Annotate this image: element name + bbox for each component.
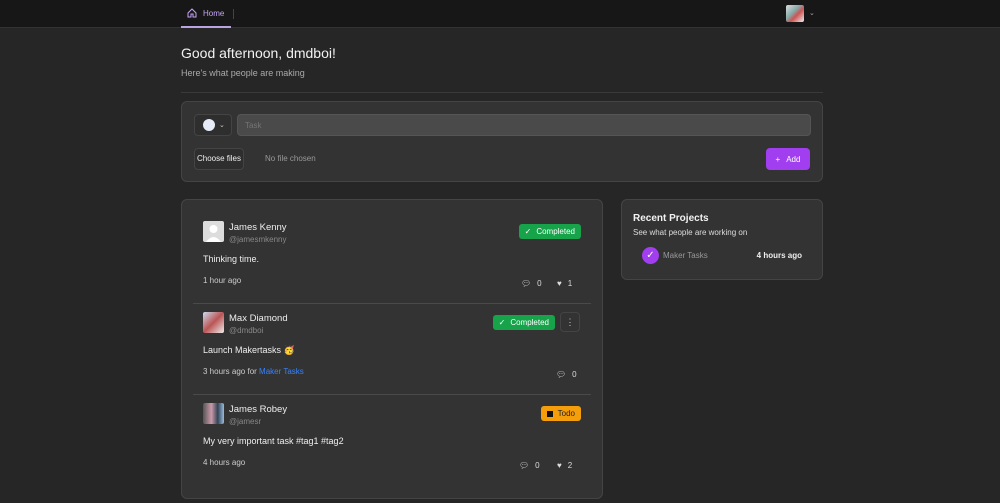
post-body: Launch Makertasks 🥳 [203, 345, 295, 355]
post-body: My very important task #tag1 #tag2 [203, 436, 344, 446]
square-icon [546, 410, 553, 417]
more-options-button[interactable]: ⋮ [560, 312, 580, 332]
project-item[interactable]: ✓ Maker Tasks 4 hours ago [642, 247, 812, 265]
task-input[interactable] [237, 114, 811, 136]
comment-icon: 💬︎ [521, 279, 532, 288]
status-badge[interactable]: ✓ Completed [518, 224, 581, 239]
plus-icon: + [775, 154, 781, 164]
like-button[interactable]: ♥ 1 [557, 279, 572, 288]
chevron-down-icon[interactable]: ⌄ [809, 9, 815, 17]
post-time: 1 hour ago [203, 276, 242, 285]
comments-button[interactable]: 💬︎ 0 [521, 279, 542, 288]
post-author[interactable]: James Robey [229, 404, 287, 415]
home-icon [187, 8, 197, 18]
feed: James Kenny @jamesmkenny ✓ Completed Thin… [181, 199, 603, 499]
recent-projects-subtitle: See what people are working on [633, 228, 748, 237]
recent-projects-title: Recent Projects [633, 213, 709, 224]
post-time: 4 hours ago [203, 458, 246, 467]
divider [181, 92, 823, 93]
nav-home-label: Home [203, 8, 225, 18]
project-link[interactable]: Maker Tasks [259, 367, 304, 376]
project-icon [203, 119, 215, 131]
add-button[interactable]: + Add [766, 148, 810, 170]
post-body: Thinking time. [203, 254, 260, 264]
check-icon: ✓ [524, 227, 532, 236]
post-username: @dmdboi [229, 326, 264, 335]
post-username: @jamesmkenny [229, 235, 287, 244]
avatar [203, 403, 224, 424]
status-badge[interactable]: Todo [540, 406, 581, 421]
post-divider [193, 303, 591, 304]
status-badge[interactable]: ✓ Completed [492, 315, 555, 330]
comment-icon: 💬︎ [556, 370, 567, 379]
task-composer: ⌄ Choose files No file chosen + Add [181, 101, 823, 182]
project-selector[interactable]: ⌄ [194, 114, 232, 136]
post-username: @jamesr [229, 417, 262, 426]
nav-home-tab[interactable]: Home [181, 0, 231, 28]
project-check-icon: ✓ [642, 247, 659, 264]
avatar [203, 312, 224, 333]
post-author[interactable]: James Kenny [229, 222, 287, 233]
like-button[interactable]: ♥ 2 [557, 461, 572, 470]
like-count: 1 [567, 279, 573, 288]
add-label: Add [786, 154, 801, 164]
post-time-text: 3 hours ago for [203, 367, 257, 376]
comments-button[interactable]: 💬︎ 0 [519, 461, 540, 470]
chevron-down-icon: ⌄ [219, 122, 225, 129]
file-status: No file chosen [265, 154, 316, 163]
project-name: Maker Tasks [663, 251, 708, 260]
user-avatar[interactable] [786, 5, 804, 22]
comment-count: 0 [537, 279, 542, 288]
post-time: 3 hours ago for Maker Tasks [203, 367, 304, 376]
nav-divider [233, 9, 234, 19]
like-count: 2 [567, 461, 573, 470]
choose-files-button[interactable]: Choose files [194, 148, 244, 170]
top-nav: Home ⌄ [0, 0, 1000, 28]
recent-projects: Recent Projects See what people are work… [621, 199, 823, 280]
comment-icon: 💬︎ [519, 461, 530, 470]
status-label: Todo [557, 409, 575, 418]
status-label: Completed [510, 318, 549, 327]
heart-icon: ♥ [557, 461, 562, 470]
heart-icon: ♥ [557, 279, 562, 288]
comment-count: 0 [572, 370, 577, 379]
avatar [203, 221, 224, 242]
post-author[interactable]: Max Diamond [229, 313, 288, 324]
page-title: Good afternoon, dmdboi! [181, 45, 336, 61]
comment-count: 0 [535, 461, 540, 470]
status-label: Completed [536, 227, 575, 236]
post-divider [193, 394, 591, 395]
check-icon: ✓ [498, 318, 506, 327]
page-subtitle: Here's what people are making [181, 68, 305, 78]
project-time: 4 hours ago [756, 251, 802, 260]
comments-button[interactable]: 💬︎ 0 [556, 370, 577, 379]
